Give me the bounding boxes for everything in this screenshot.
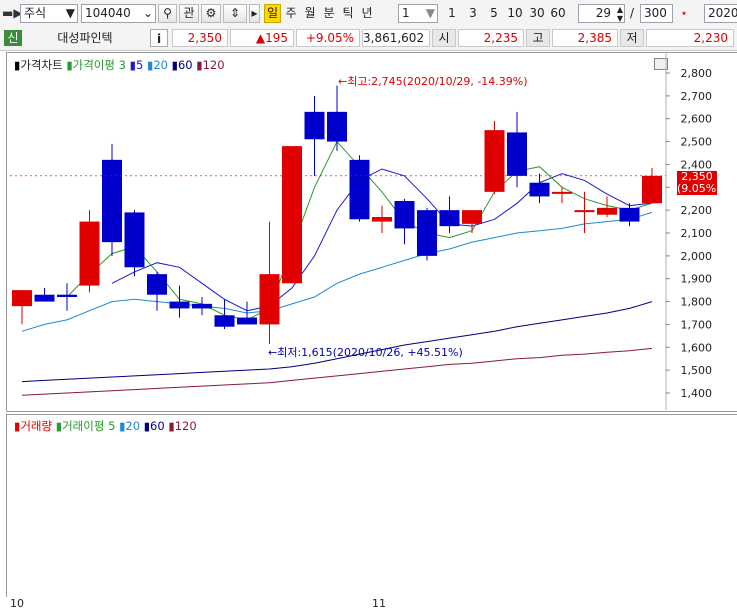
candle-body xyxy=(237,317,257,325)
vma5-legend: 5 xyxy=(108,419,116,433)
candle-body xyxy=(304,111,325,140)
price-tick-label: 2,200 xyxy=(681,204,713,217)
candle-body xyxy=(619,207,640,222)
price-tag-pct: (9.05%) xyxy=(677,182,721,195)
candle-body xyxy=(552,191,572,194)
candle-body xyxy=(169,301,190,309)
low-annotation: ←최저:1,615(2020/10/26, +45.51%) xyxy=(268,346,463,359)
price-tick-label: 2,000 xyxy=(681,250,713,263)
ma60-line xyxy=(21,301,653,383)
candle-body xyxy=(34,294,55,302)
vma20-legend: 20 xyxy=(125,419,141,433)
candle-body xyxy=(574,210,595,213)
candle-body xyxy=(124,212,145,268)
candle-body xyxy=(192,303,212,309)
candle-body xyxy=(439,210,460,227)
x-axis: 10 11 xyxy=(0,597,737,610)
vma60-legend: 60 xyxy=(150,419,165,433)
price-tick-label: 1,800 xyxy=(681,296,713,309)
candle-body xyxy=(417,210,437,256)
candle-body xyxy=(282,146,302,284)
volume-legend-title: 거래량 xyxy=(20,419,53,433)
price-tick-label: 1,400 xyxy=(681,387,713,400)
candle-body xyxy=(394,201,415,229)
x-label-nov: 11 xyxy=(372,597,386,610)
x-label-oct: 10 xyxy=(10,597,24,610)
price-tick-label: 1,700 xyxy=(681,318,713,331)
price-tick-label: 2,600 xyxy=(681,113,713,126)
volume-legend: ▮거래량 ▮거래이평 5 ▮20 ▮60 ▮120 xyxy=(14,419,197,433)
candle-body xyxy=(462,210,482,224)
price-tick-label: 2,500 xyxy=(681,136,713,149)
candle-body xyxy=(79,221,100,286)
candle-body xyxy=(529,182,550,197)
price-tick-label: 2,800 xyxy=(681,67,713,80)
candle-body xyxy=(349,159,370,220)
price-tag: 2,350 (9.05%) xyxy=(677,171,721,195)
candle-body xyxy=(372,217,392,222)
candle-body xyxy=(597,207,617,215)
price-tick-label: 1,600 xyxy=(681,341,713,354)
price-tick-label: 1,500 xyxy=(681,364,713,377)
vma120-legend: 120 xyxy=(174,419,197,433)
price-tick-label: 1,900 xyxy=(681,273,713,286)
price-tick-label: 2,700 xyxy=(681,90,713,103)
candle-body xyxy=(147,274,167,295)
candle-body xyxy=(214,315,235,327)
candle-body xyxy=(327,111,347,142)
candle-body xyxy=(102,159,122,243)
price-tick-label: 2,100 xyxy=(681,227,713,240)
candle-body xyxy=(12,290,32,307)
candle-body xyxy=(484,130,505,192)
candle-body xyxy=(507,132,527,176)
candle-body xyxy=(57,294,77,297)
candle-body xyxy=(642,175,662,204)
candle-body xyxy=(259,274,280,325)
ma5-line xyxy=(111,168,653,312)
high-annotation: ←최고:2,745(2020/10/29, -14.39%) xyxy=(338,75,528,88)
vma-legend-label: 거래이평 xyxy=(62,419,105,433)
volume-panel xyxy=(6,414,737,598)
